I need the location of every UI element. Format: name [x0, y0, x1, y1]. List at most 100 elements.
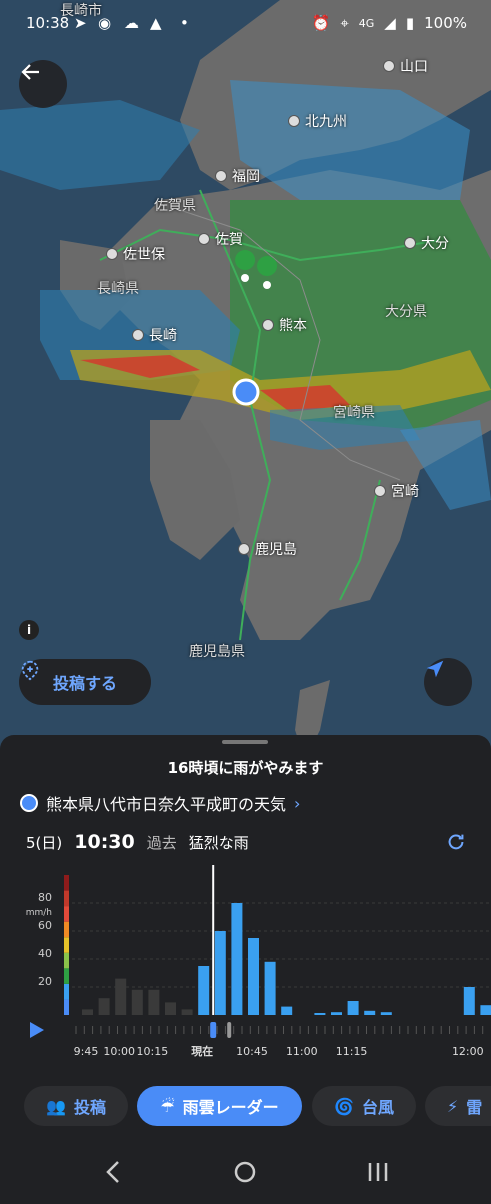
intensity-scale-segment	[64, 890, 69, 907]
system-navigation-bar	[0, 1140, 491, 1200]
timeline-now-marker	[227, 1022, 232, 1038]
y-tick-label: 80	[38, 891, 52, 904]
rainfall-bar	[98, 998, 110, 1015]
tab-posts[interactable]: 👥 投稿	[24, 1086, 128, 1126]
city-dot-icon	[262, 319, 274, 331]
signal-icon: ◢	[384, 14, 396, 32]
tab-rain-radar[interactable]: ☔ 雨雲レーダー	[137, 1086, 302, 1126]
rainfall-bar	[131, 989, 143, 1015]
home-nav-button[interactable]	[225, 1150, 265, 1190]
map-region-label: 大分県	[385, 304, 427, 320]
x-tick-label: 9:45	[74, 1045, 99, 1058]
tab-label: 雨雲レーダー	[182, 1098, 279, 1117]
post-pin-icon	[21, 660, 39, 681]
map-city-label: 佐賀	[198, 229, 243, 249]
rainfall-bar	[463, 987, 475, 1015]
current-location-button[interactable]	[424, 658, 472, 706]
city-name: 福岡	[232, 169, 260, 185]
status-bar: 10:38 ➤ ◉ ☁ ▲ • ⏰ ⌖ 4G ◢ ▮ 100%	[0, 0, 491, 48]
play-icon	[30, 1022, 44, 1038]
city-name: 長崎	[149, 328, 177, 344]
unit-label: mm/h	[26, 908, 52, 918]
weather-icon: ☁	[124, 14, 139, 32]
city-name: 山口	[400, 59, 428, 75]
intensity-scale-segment	[64, 906, 69, 922]
status-right: ⏰ ⌖ 4G ◢ ▮ 100%	[312, 14, 467, 32]
x-tick-label: 現在	[191, 1044, 213, 1058]
map-city-label: 山口	[383, 56, 428, 76]
time-label: 10:30	[74, 831, 135, 853]
city-dot-icon	[238, 543, 250, 555]
rainfall-bar	[264, 961, 276, 1015]
x-tick-label: 10:15	[137, 1045, 169, 1058]
rainfall-bar	[181, 1009, 193, 1015]
map-city-label: 大分	[404, 233, 449, 253]
tab-lightning[interactable]: ⚡ 雷	[425, 1086, 491, 1126]
rainfall-bar	[380, 1012, 392, 1015]
intensity-scale-segment	[64, 937, 69, 953]
recents-nav-button[interactable]	[358, 1150, 398, 1190]
city-dot-icon	[404, 237, 416, 249]
rainfall-bar	[314, 1013, 326, 1015]
back-nav-button[interactable]	[96, 1150, 136, 1190]
rainfall-bar	[198, 966, 210, 1015]
y-tick-label: 40	[38, 947, 52, 960]
map-region-label: 鹿児島県	[189, 644, 245, 660]
location-arrow-icon	[426, 660, 444, 678]
y-tick-label: 60	[38, 919, 52, 932]
intensity-scale-segment	[64, 999, 69, 1015]
city-dot-icon	[383, 60, 395, 72]
tab-bar: 👥 投稿 ☔ 雨雲レーダー 🌀 台風 ⚡ 雷	[0, 1076, 491, 1136]
city-dot-icon	[288, 115, 300, 127]
back-button[interactable]	[19, 60, 67, 108]
period-label: 過去	[146, 834, 177, 852]
city-dot-icon	[215, 170, 227, 182]
rainfall-chart[interactable]: 20 40 60 80 mm/h 9:45 10:00 10:15 現在 10:45 11:00 11…	[0, 855, 491, 1075]
city-name: 鹿児島	[255, 542, 297, 558]
chevron-right-icon: ›	[294, 793, 301, 813]
location-link[interactable]: 熊本県八代市日奈久平成町の天気 ›	[20, 791, 300, 815]
rainfall-bar	[480, 1005, 491, 1015]
refresh-icon[interactable]	[445, 831, 467, 853]
post-button[interactable]: 投稿する	[19, 659, 151, 705]
status-time: 10:38	[26, 14, 70, 32]
map-city-label: 長崎	[132, 325, 177, 345]
x-tick-label: 12:00	[452, 1045, 484, 1058]
rainfall-bar	[82, 1009, 93, 1015]
battery-icon: ▮	[405, 14, 415, 32]
rain-cloud-icon: ☔	[160, 1096, 175, 1116]
city-name: 佐世保	[123, 247, 165, 263]
people-icon: 👥	[46, 1096, 66, 1116]
city-dot-icon	[106, 248, 118, 260]
city-name: 佐賀	[215, 232, 243, 248]
date-label: 5(日)	[26, 834, 63, 852]
timeline-current-handle	[210, 1022, 217, 1038]
tab-typhoon[interactable]: 🌀 台風	[312, 1086, 416, 1126]
radar-map[interactable]: 山口 北九州 福岡 佐賀 佐世保 大分 熊本 長崎 宮崎 鹿児島 佐賀県 長崎県…	[0, 0, 491, 760]
navigation-arrow-icon: ➤	[74, 14, 87, 32]
more-notifications-icon: •	[180, 14, 189, 32]
x-tick-label: 10:00	[103, 1045, 135, 1058]
info-button[interactable]: i	[19, 620, 39, 640]
rainfall-bar	[347, 1001, 359, 1015]
weather-sheet[interactable]: 16時頃に雨がやみます 熊本県八代市日奈久平成町の天気 › 5(日) 10:30…	[0, 735, 491, 1075]
intensity-scale-segment	[64, 983, 69, 1000]
map-city-label: 福岡	[215, 166, 260, 186]
map-region-label: 佐賀県	[154, 198, 196, 214]
sheet-drag-handle[interactable]	[222, 740, 268, 744]
rainfall-bar	[148, 989, 160, 1015]
info-icon: i	[26, 623, 32, 637]
city-name: 北九州	[305, 114, 347, 130]
y-tick-label: 20	[38, 975, 52, 988]
location-name: 熊本県八代市日奈久平成町の天気	[46, 795, 287, 814]
tab-label: 台風	[361, 1098, 394, 1117]
app-notification-icon: ▲	[150, 14, 162, 32]
typhoon-icon: 🌀	[334, 1096, 354, 1116]
rainfall-bar	[281, 1006, 293, 1015]
rain-forecast-headline: 16時頃に雨がやみます	[167, 759, 324, 777]
x-tick-label: 11:00	[286, 1045, 318, 1058]
intensity-scale-segment	[64, 968, 69, 984]
map-city-label: 北九州	[288, 111, 347, 131]
map-graphic	[0, 0, 491, 760]
city-name: 熊本	[279, 318, 307, 334]
